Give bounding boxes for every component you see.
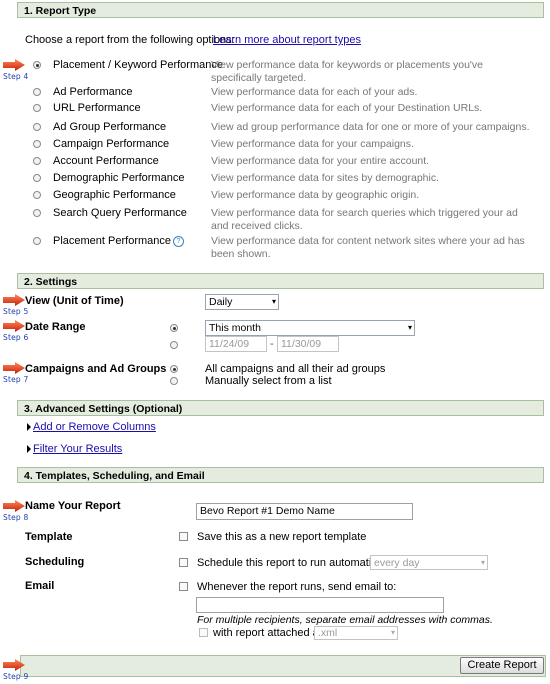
arrow-icon [3, 59, 25, 71]
step-9-label: Step 9 [3, 672, 29, 681]
email-checkbox[interactable] [179, 582, 188, 591]
report-type-radio[interactable] [33, 88, 41, 96]
report-name-input[interactable]: Bevo Report #1 Demo Name [196, 503, 413, 520]
scheduling-frequency-select[interactable]: every day ▾ [370, 555, 488, 570]
email-text: Whenever the report runs, send email to: [197, 581, 397, 593]
report-type-radio[interactable] [33, 191, 41, 199]
create-report-button[interactable]: Create Report [460, 657, 544, 674]
campaigns-all-label: All campaigns and all their ad groups [205, 363, 386, 375]
scheduling-label: Scheduling [25, 556, 85, 568]
report-type-label: Ad Performance [53, 86, 133, 98]
date-range-select[interactable]: This month ▾ [205, 320, 415, 336]
dropdown-caret-icon: ▾ [407, 323, 412, 332]
add-remove-columns-toggle[interactable]: Add or Remove Columns [27, 421, 156, 433]
date-from-input[interactable]: 11/24/09 [205, 336, 267, 352]
report-type-label: Demographic Performance [53, 172, 185, 184]
arrow-icon [3, 659, 25, 671]
date-range-custom-radio[interactable] [170, 341, 178, 349]
step-5-label: Step 5 [3, 307, 29, 316]
scheduling-checkbox[interactable] [179, 558, 188, 567]
report-type-radio[interactable] [33, 209, 41, 217]
campaigns-label: Campaigns and Ad Groups [25, 363, 167, 375]
dropdown-caret-icon: ▾ [390, 628, 395, 637]
report-type-description: View performance data for your campaigns… [211, 138, 414, 150]
report-type-radio[interactable] [33, 104, 41, 112]
report-type-label: Search Query Performance [53, 207, 187, 219]
help-icon[interactable]: ? [173, 235, 184, 247]
email-addresses-input[interactable] [196, 597, 444, 613]
report-type-intro: Choose a report from the following optio… [25, 34, 235, 46]
report-type-description: View performance data for sites by demog… [211, 172, 440, 184]
step-4-label: Step 4 [3, 72, 29, 81]
email-hint: For multiple recipients, separate email … [197, 614, 493, 626]
report-name-label: Name Your Report [25, 500, 121, 512]
attach-report-checkbox[interactable] [199, 628, 208, 637]
report-type-label: Ad Group Performance [53, 121, 167, 133]
scheduling-text: Schedule this report to run automaticall… [197, 557, 397, 569]
date-range-label: Date Range [25, 321, 86, 333]
dropdown-caret-icon: ▾ [271, 297, 276, 306]
report-type-radio[interactable] [33, 123, 41, 131]
step-6-label: Step 6 [3, 333, 29, 342]
campaigns-manual-label: Manually select from a list [205, 375, 332, 387]
report-type-description: View ad group performance data for one o… [211, 121, 530, 133]
template-checkbox[interactable] [179, 532, 188, 541]
report-type-label: URL Performance [53, 102, 141, 114]
report-type-label: Placement Performance? [53, 235, 184, 247]
report-type-description: View performance data for each of your a… [211, 86, 418, 98]
report-type-description: View performance data for search queries… [211, 207, 518, 232]
report-type-description: View performance data for your entire ac… [211, 155, 430, 167]
report-type-radio[interactable] [33, 140, 41, 148]
step-7-label: Step 7 [3, 375, 29, 384]
template-text: Save this as a new report template [197, 531, 367, 543]
report-type-label: Placement / Keyword Performance [53, 59, 223, 71]
section-header-report-type: 1. Report Type [17, 2, 544, 18]
report-type-description: View performance data for each of your D… [211, 102, 483, 114]
step-8-label: Step 8 [3, 513, 29, 522]
email-label: Email [25, 580, 55, 592]
report-type-label: Geographic Performance [53, 189, 176, 201]
attach-report-text: with report attached as: [213, 627, 328, 639]
learn-more-link[interactable]: Learn more about report types [213, 34, 361, 46]
section-header-settings: 2. Settings [17, 273, 544, 289]
date-to-input[interactable]: 11/30/09 [277, 336, 339, 352]
arrow-icon [3, 294, 25, 306]
date-range-preset-radio[interactable] [170, 324, 178, 332]
date-separator: - [270, 338, 274, 350]
attach-format-select[interactable]: .xml ▾ [314, 626, 398, 640]
campaigns-manual-radio[interactable] [170, 377, 178, 385]
report-type-label: Account Performance [53, 155, 159, 167]
report-type-radio[interactable] [33, 237, 41, 245]
arrow-icon [3, 362, 25, 374]
view-unit-select[interactable]: Daily ▾ [205, 294, 279, 310]
section-header-advanced: 3. Advanced Settings (Optional) [17, 400, 544, 416]
arrow-icon [3, 320, 25, 332]
dropdown-caret-icon: ▾ [480, 558, 485, 567]
report-type-description: View performance data by geographic orig… [211, 189, 420, 201]
expand-triangle-icon [27, 445, 31, 454]
campaigns-all-radio[interactable] [170, 365, 178, 373]
report-type-radio[interactable] [33, 174, 41, 182]
expand-triangle-icon [27, 423, 31, 432]
section-header-templates: 4. Templates, Scheduling, and Email [17, 467, 544, 483]
report-type-radio[interactable] [33, 157, 41, 165]
report-type-radio[interactable] [33, 61, 41, 69]
template-label: Template [25, 531, 73, 543]
report-type-description: View performance data for keywords or pl… [211, 59, 484, 84]
filter-results-toggle[interactable]: Filter Your Results [27, 443, 122, 455]
view-unit-label: View (Unit of Time) [25, 295, 124, 307]
report-type-description: View performance data for content networ… [211, 235, 525, 260]
report-type-label: Campaign Performance [53, 138, 170, 150]
arrow-icon [3, 500, 25, 512]
